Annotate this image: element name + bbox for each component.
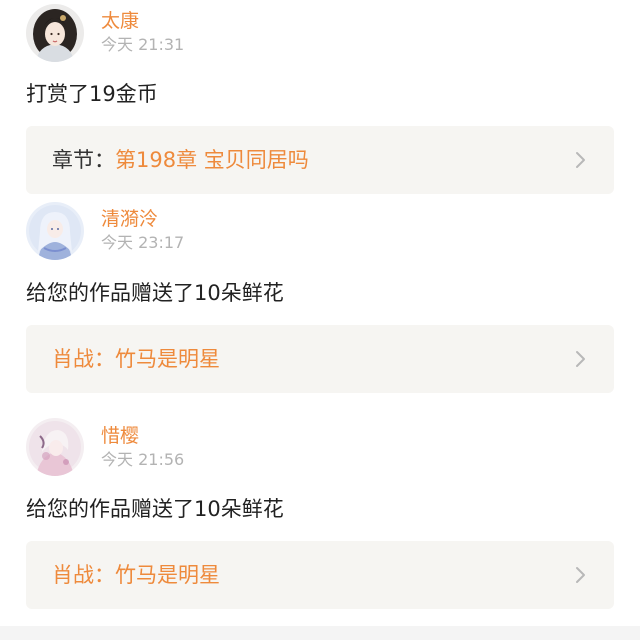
timestamp: 今天 21:31	[101, 35, 185, 54]
chevron-right-icon	[576, 567, 585, 583]
bottom-divider	[0, 626, 640, 640]
card-label: 肖战：竹马是明星	[52, 561, 220, 589]
username[interactable]: 惜樱	[101, 424, 139, 448]
card-prefix: 肖战：	[52, 347, 115, 371]
avatar[interactable]	[26, 418, 84, 476]
card-label: 肖战：竹马是明星	[52, 345, 220, 373]
timestamp: 今天 23:17	[101, 233, 185, 252]
username[interactable]: 太康	[101, 9, 139, 33]
book-link-card[interactable]: 肖战：竹马是明星	[26, 541, 614, 609]
avatar[interactable]	[26, 202, 84, 260]
chevron-right-icon	[576, 351, 585, 367]
gift-message: 打赏了19金币	[26, 82, 158, 106]
card-title: 竹马是明星	[115, 563, 220, 587]
avatar[interactable]	[26, 4, 84, 62]
card-title: 竹马是明星	[115, 347, 220, 371]
card-prefix: 肖战：	[52, 563, 115, 587]
timestamp: 今天 21:56	[101, 450, 185, 469]
chevron-right-icon	[576, 152, 585, 168]
gift-message: 给您的作品赠送了10朵鲜花	[26, 497, 284, 521]
gift-message: 给您的作品赠送了10朵鲜花	[26, 281, 284, 305]
card-label: 章节：第198章 宝贝同居吗	[52, 146, 309, 174]
chapter-link-card[interactable]: 章节：第198章 宝贝同居吗	[26, 126, 614, 194]
card-title: 第198章 宝贝同居吗	[115, 148, 309, 172]
book-link-card[interactable]: 肖战：竹马是明星	[26, 325, 614, 393]
card-prefix: 章节：	[52, 148, 115, 172]
activity-feed: 太康 今天 21:31 打赏了19金币 章节：第198章 宝贝同居吗 清漪泠 今…	[0, 0, 640, 626]
username[interactable]: 清漪泠	[101, 207, 158, 231]
